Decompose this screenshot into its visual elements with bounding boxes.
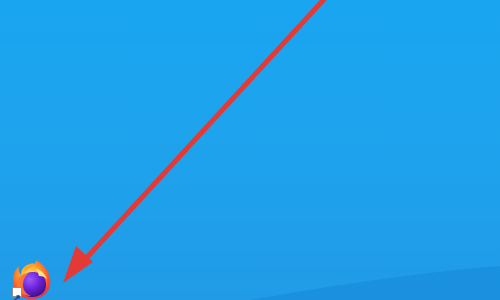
annotation-arrow [63, 0, 327, 283]
desktop [0, 0, 500, 300]
annotation-arrowhead [63, 246, 93, 283]
annotation-arrow-shaft [77, 0, 327, 268]
wallpaper-sweep [250, 266, 500, 300]
shortcut-arrow-icon [12, 287, 22, 300]
firefox-shortcut[interactable] [10, 259, 52, 300]
